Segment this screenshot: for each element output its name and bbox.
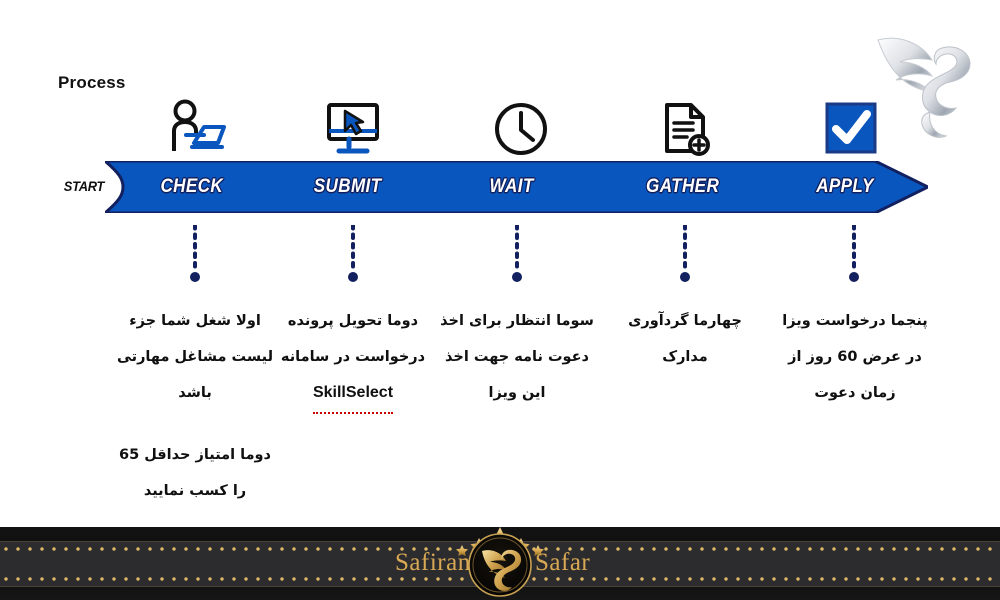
note-line: در عرض 60 روز از — [788, 349, 922, 365]
connector-submit — [348, 223, 358, 283]
person-at-desk-icon — [172, 99, 226, 151]
step-icon-apply — [816, 95, 886, 157]
note-apply: پنجما درخواست ویزا در عرض 60 روز از زمان… — [745, 303, 965, 411]
document-plus-icon — [665, 103, 710, 156]
connector-gather — [680, 223, 690, 283]
step-label-apply: APPLY — [816, 176, 874, 197]
note-line: پنجما درخواست ویزا — [782, 313, 928, 329]
watermark-logo — [870, 18, 990, 143]
step-icon-submit — [318, 95, 388, 157]
footer-banner: Safiran Safar — [0, 527, 1000, 600]
connector-wait — [512, 223, 522, 283]
note-line: این ویزا — [488, 385, 546, 401]
step-label-check: CHECK — [160, 176, 224, 197]
start-label: START — [63, 178, 105, 194]
brand-right: Safar — [535, 549, 591, 576]
clock-icon — [495, 103, 547, 155]
step-label-submit: SUBMIT — [313, 176, 382, 197]
monitor-cursor-icon — [327, 103, 379, 154]
emblem-logo — [468, 533, 532, 597]
spellcheck-term: SkillSelect — [312, 375, 394, 414]
note-check-extra: دوما امتیاز حداقل 65 را کسب نمایید — [85, 437, 305, 509]
step-label-gather: GATHER — [646, 176, 720, 197]
brand-left: Safiran — [395, 549, 471, 576]
winged-s-icon — [877, 37, 971, 138]
checkbox-check-icon — [825, 102, 877, 154]
note-line: را کسب نمایید — [143, 483, 247, 499]
step-icon-check — [160, 95, 230, 157]
step-label-wait: WAIT — [489, 176, 534, 197]
step-icon-gather — [650, 95, 720, 157]
note-line: دوما امتیاز حداقل 65 — [118, 447, 272, 463]
page-title: Process — [58, 73, 126, 92]
connector-check — [190, 223, 200, 283]
connector-apply — [849, 223, 859, 283]
step-icon-wait — [486, 95, 556, 157]
note-line: زمان دعوت — [814, 385, 896, 401]
